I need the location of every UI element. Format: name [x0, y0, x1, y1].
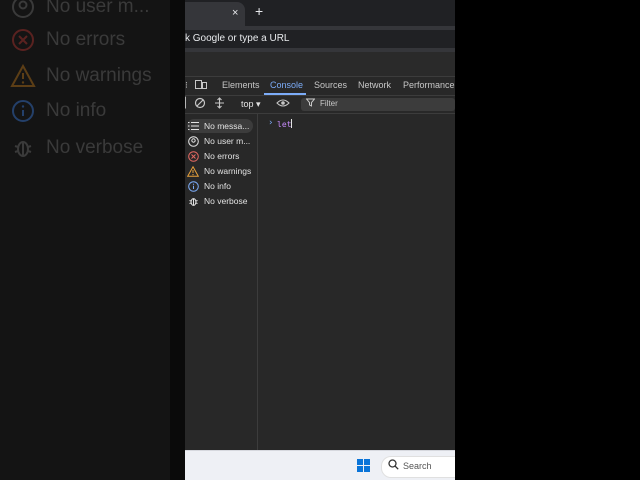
bug-icon — [187, 195, 199, 207]
console-prompt: › — [268, 118, 274, 128]
backdrop-label: No info — [46, 100, 107, 121]
backdrop-label: No warnings — [46, 65, 152, 86]
info-icon — [10, 98, 36, 124]
sidebar-item-label: No errors — [204, 151, 240, 161]
filter-icon — [305, 98, 316, 109]
taskbar-search[interactable]: Search — [381, 456, 455, 478]
filter-placeholder: Filter — [320, 99, 338, 108]
sidebar-item-label: No user m... — [204, 136, 251, 146]
text-caret — [291, 119, 293, 128]
list-icon — [187, 120, 199, 132]
sidebar-item-label: No verbose — [204, 196, 248, 206]
omnibox-input[interactable]: k Google or type a URL — [185, 30, 455, 48]
backdrop-item-info: No info — [10, 98, 106, 124]
devtools-tab-bar: ⁝ Elements Console Sources Network Perfo… — [185, 77, 455, 96]
warning-icon — [10, 63, 36, 89]
warning-icon — [187, 165, 199, 177]
clear-console-icon[interactable] — [194, 97, 206, 112]
windows-start-icon[interactable] — [357, 459, 371, 473]
tab-console[interactable]: Console — [270, 80, 303, 90]
eye-icon[interactable] — [276, 98, 290, 111]
sidebar-item-user-messages[interactable]: No user m... — [187, 134, 253, 148]
sidebar-item-label: No warnings — [204, 166, 252, 176]
browser-window: × + k Google or type a URL ⁝ Elements Co… — [185, 0, 455, 480]
backdrop-label: No errors — [46, 29, 126, 50]
user-icon — [10, 0, 36, 20]
device-toggle-icon[interactable] — [195, 79, 207, 93]
sidebar-item-verbose[interactable]: No verbose — [187, 194, 253, 208]
close-tab-icon[interactable]: × — [232, 7, 238, 19]
sidebar-toggle-icon[interactable]: ▏ — [185, 98, 193, 109]
user-icon — [187, 135, 199, 147]
backdrop-item-warnings: No warnings — [10, 63, 152, 89]
console-output[interactable]: › let — [258, 114, 455, 451]
sidebar-item-label: No messa... — [204, 121, 250, 131]
context-selector[interactable]: top ▾ — [241, 99, 261, 110]
page-content — [185, 52, 455, 76]
sidebar-item-label: No info — [204, 181, 231, 191]
error-icon — [187, 150, 199, 162]
backdrop-item-errors: No errors — [10, 27, 125, 53]
search-label: Search — [403, 461, 432, 471]
console-toolbar: ▏ top ▾ Filter — [185, 96, 455, 114]
search-icon — [388, 459, 399, 473]
tab-performance[interactable]: Performance — [403, 80, 455, 90]
active-tab-indicator — [264, 93, 306, 95]
right-letterbox — [455, 0, 640, 480]
sidebar-item-warnings[interactable]: No warnings — [187, 164, 253, 178]
info-icon — [187, 180, 199, 192]
backdrop-divider — [170, 0, 185, 480]
console-sidebar: No messa... No user m... No errors No wa… — [185, 114, 258, 451]
devtools-panel: ⁝ Elements Console Sources Network Perfo… — [185, 76, 455, 451]
sidebar-item-errors[interactable]: No errors — [187, 149, 253, 163]
backdrop-item-verbose: No verbose — [10, 135, 143, 161]
tab-strip: × + — [185, 0, 455, 26]
backdrop-label: No user m... — [46, 0, 150, 17]
tab-sources[interactable]: Sources — [314, 80, 347, 90]
tab-elements[interactable]: Elements — [222, 80, 260, 90]
taskbar: Search — [185, 450, 455, 480]
bug-icon — [10, 135, 36, 161]
tab-network[interactable]: Network — [358, 80, 391, 90]
console-input[interactable]: let — [277, 119, 293, 129]
zoomed-backdrop: No user m... No errors No warnings No in… — [0, 0, 170, 480]
browser-tab[interactable]: × — [185, 2, 245, 26]
inspect-icon[interactable]: ⁝ — [185, 80, 188, 91]
backdrop-label: No verbose — [46, 137, 144, 158]
create-live-expression-icon[interactable] — [214, 97, 225, 112]
sidebar-item-messages[interactable]: No messa... — [187, 119, 253, 133]
error-icon — [10, 27, 36, 53]
new-tab-button[interactable]: + — [255, 3, 263, 19]
backdrop-item-user: No user m... — [10, 0, 149, 20]
address-bar: k Google or type a URL — [185, 26, 455, 52]
sidebar-item-info[interactable]: No info — [187, 179, 253, 193]
filter-input[interactable]: Filter — [301, 98, 455, 111]
console-input-text: let — [277, 120, 292, 129]
